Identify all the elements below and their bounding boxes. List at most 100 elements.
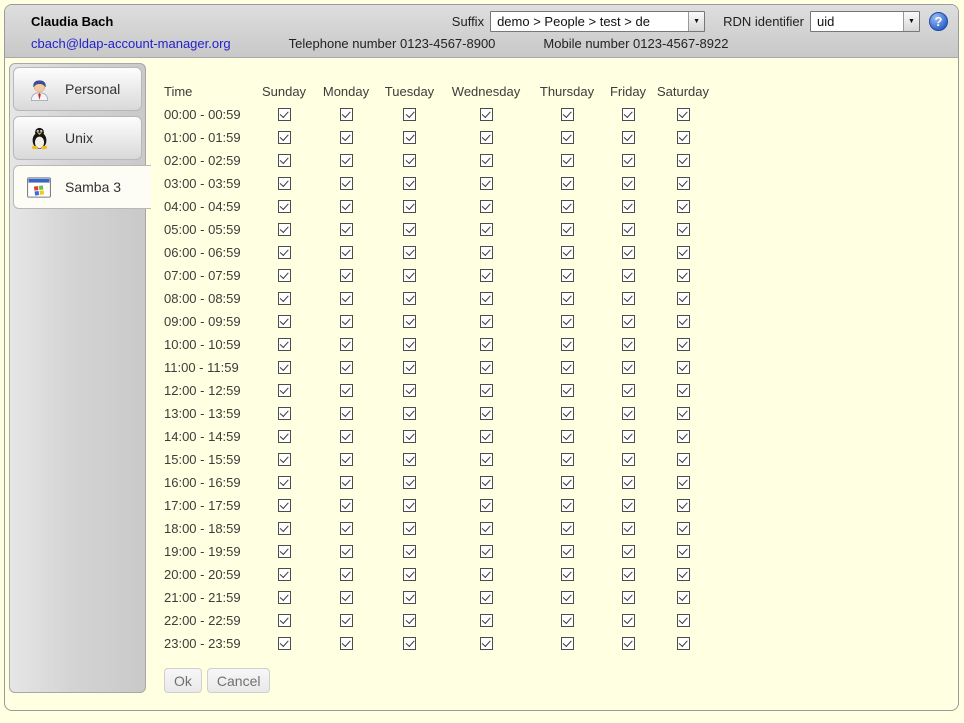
hour-checkbox-monday-23[interactable] <box>340 637 353 650</box>
hour-checkbox-monday-15[interactable] <box>340 453 353 466</box>
hour-checkbox-saturday-3[interactable] <box>677 177 690 190</box>
hour-checkbox-monday-13[interactable] <box>340 407 353 420</box>
hour-checkbox-sunday-14[interactable] <box>278 430 291 443</box>
hour-checkbox-saturday-18[interactable] <box>677 522 690 535</box>
hour-checkbox-thursday-0[interactable] <box>561 108 574 121</box>
hour-checkbox-thursday-16[interactable] <box>561 476 574 489</box>
hour-checkbox-saturday-23[interactable] <box>677 637 690 650</box>
hour-checkbox-thursday-12[interactable] <box>561 384 574 397</box>
hour-checkbox-friday-21[interactable] <box>622 591 635 604</box>
hour-checkbox-friday-2[interactable] <box>622 154 635 167</box>
email-link[interactable]: cbach@ldap-account-manager.org <box>31 36 231 51</box>
hour-checkbox-sunday-21[interactable] <box>278 591 291 604</box>
hour-checkbox-tuesday-20[interactable] <box>403 568 416 581</box>
hour-checkbox-monday-0[interactable] <box>340 108 353 121</box>
hour-checkbox-tuesday-5[interactable] <box>403 223 416 236</box>
hour-checkbox-sunday-3[interactable] <box>278 177 291 190</box>
hour-checkbox-saturday-8[interactable] <box>677 292 690 305</box>
hour-checkbox-wednesday-23[interactable] <box>480 637 493 650</box>
hour-checkbox-friday-8[interactable] <box>622 292 635 305</box>
hour-checkbox-friday-22[interactable] <box>622 614 635 627</box>
hour-checkbox-tuesday-6[interactable] <box>403 246 416 259</box>
hour-checkbox-wednesday-2[interactable] <box>480 154 493 167</box>
hour-checkbox-saturday-15[interactable] <box>677 453 690 466</box>
hour-checkbox-tuesday-21[interactable] <box>403 591 416 604</box>
hour-checkbox-tuesday-9[interactable] <box>403 315 416 328</box>
hour-checkbox-friday-15[interactable] <box>622 453 635 466</box>
hour-checkbox-tuesday-8[interactable] <box>403 292 416 305</box>
hour-checkbox-wednesday-6[interactable] <box>480 246 493 259</box>
hour-checkbox-saturday-9[interactable] <box>677 315 690 328</box>
hour-checkbox-tuesday-11[interactable] <box>403 361 416 374</box>
hour-checkbox-monday-1[interactable] <box>340 131 353 144</box>
hour-checkbox-tuesday-16[interactable] <box>403 476 416 489</box>
hour-checkbox-saturday-17[interactable] <box>677 499 690 512</box>
hour-checkbox-wednesday-18[interactable] <box>480 522 493 535</box>
hour-checkbox-sunday-8[interactable] <box>278 292 291 305</box>
hour-checkbox-wednesday-8[interactable] <box>480 292 493 305</box>
hour-checkbox-friday-3[interactable] <box>622 177 635 190</box>
hour-checkbox-thursday-22[interactable] <box>561 614 574 627</box>
hour-checkbox-wednesday-15[interactable] <box>480 453 493 466</box>
hour-checkbox-saturday-4[interactable] <box>677 200 690 213</box>
ok-button[interactable]: Ok <box>164 668 202 693</box>
hour-checkbox-wednesday-21[interactable] <box>480 591 493 604</box>
hour-checkbox-monday-16[interactable] <box>340 476 353 489</box>
hour-checkbox-sunday-22[interactable] <box>278 614 291 627</box>
hour-checkbox-monday-17[interactable] <box>340 499 353 512</box>
hour-checkbox-friday-20[interactable] <box>622 568 635 581</box>
hour-checkbox-tuesday-13[interactable] <box>403 407 416 420</box>
hour-checkbox-friday-12[interactable] <box>622 384 635 397</box>
hour-checkbox-wednesday-12[interactable] <box>480 384 493 397</box>
hour-checkbox-tuesday-0[interactable] <box>403 108 416 121</box>
hour-checkbox-friday-7[interactable] <box>622 269 635 282</box>
hour-checkbox-friday-10[interactable] <box>622 338 635 351</box>
hour-checkbox-thursday-2[interactable] <box>561 154 574 167</box>
hour-checkbox-thursday-21[interactable] <box>561 591 574 604</box>
hour-checkbox-sunday-4[interactable] <box>278 200 291 213</box>
hour-checkbox-friday-9[interactable] <box>622 315 635 328</box>
hour-checkbox-monday-11[interactable] <box>340 361 353 374</box>
hour-checkbox-monday-22[interactable] <box>340 614 353 627</box>
hour-checkbox-tuesday-23[interactable] <box>403 637 416 650</box>
hour-checkbox-friday-11[interactable] <box>622 361 635 374</box>
hour-checkbox-monday-3[interactable] <box>340 177 353 190</box>
hour-checkbox-thursday-5[interactable] <box>561 223 574 236</box>
hour-checkbox-tuesday-7[interactable] <box>403 269 416 282</box>
hour-checkbox-monday-18[interactable] <box>340 522 353 535</box>
hour-checkbox-thursday-7[interactable] <box>561 269 574 282</box>
hour-checkbox-tuesday-19[interactable] <box>403 545 416 558</box>
hour-checkbox-monday-12[interactable] <box>340 384 353 397</box>
hour-checkbox-monday-21[interactable] <box>340 591 353 604</box>
hour-checkbox-saturday-2[interactable] <box>677 154 690 167</box>
hour-checkbox-wednesday-11[interactable] <box>480 361 493 374</box>
hour-checkbox-saturday-6[interactable] <box>677 246 690 259</box>
suffix-select[interactable]: demo > People > test > de ▼ <box>490 11 705 32</box>
hour-checkbox-thursday-1[interactable] <box>561 131 574 144</box>
hour-checkbox-saturday-20[interactable] <box>677 568 690 581</box>
hour-checkbox-thursday-4[interactable] <box>561 200 574 213</box>
hour-checkbox-saturday-10[interactable] <box>677 338 690 351</box>
hour-checkbox-monday-5[interactable] <box>340 223 353 236</box>
hour-checkbox-sunday-11[interactable] <box>278 361 291 374</box>
hour-checkbox-monday-8[interactable] <box>340 292 353 305</box>
hour-checkbox-friday-1[interactable] <box>622 131 635 144</box>
hour-checkbox-tuesday-12[interactable] <box>403 384 416 397</box>
hour-checkbox-sunday-19[interactable] <box>278 545 291 558</box>
hour-checkbox-wednesday-3[interactable] <box>480 177 493 190</box>
hour-checkbox-saturday-16[interactable] <box>677 476 690 489</box>
hour-checkbox-sunday-13[interactable] <box>278 407 291 420</box>
hour-checkbox-thursday-19[interactable] <box>561 545 574 558</box>
hour-checkbox-tuesday-14[interactable] <box>403 430 416 443</box>
hour-checkbox-saturday-11[interactable] <box>677 361 690 374</box>
hour-checkbox-saturday-0[interactable] <box>677 108 690 121</box>
hour-checkbox-sunday-10[interactable] <box>278 338 291 351</box>
hour-checkbox-saturday-12[interactable] <box>677 384 690 397</box>
hour-checkbox-saturday-7[interactable] <box>677 269 690 282</box>
hour-checkbox-wednesday-22[interactable] <box>480 614 493 627</box>
hour-checkbox-saturday-5[interactable] <box>677 223 690 236</box>
hour-checkbox-saturday-22[interactable] <box>677 614 690 627</box>
hour-checkbox-thursday-14[interactable] <box>561 430 574 443</box>
hour-checkbox-sunday-5[interactable] <box>278 223 291 236</box>
hour-checkbox-friday-0[interactable] <box>622 108 635 121</box>
